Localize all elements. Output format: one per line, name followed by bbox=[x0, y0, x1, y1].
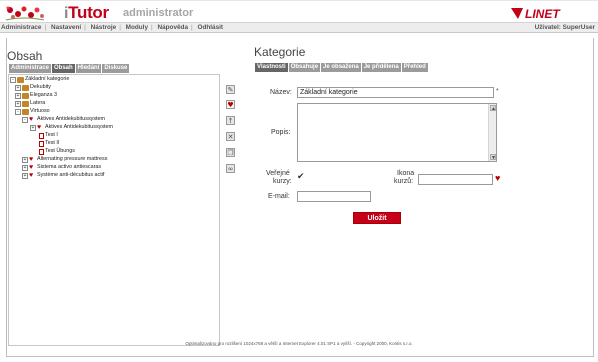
tab-obsah[interactable]: Obsah bbox=[52, 64, 75, 73]
public-courses-checkbox[interactable]: ✔ bbox=[297, 172, 305, 181]
right-panel-title: Kategorie bbox=[254, 45, 306, 59]
left-tab-bar: Administrace Obsah Hledání Diskuse bbox=[9, 64, 130, 73]
tab-je-obsazena[interactable]: Je obsažena bbox=[321, 63, 361, 72]
tree-node[interactable]: - Základní kategorie bbox=[10, 76, 69, 83]
flowers-logo-icon bbox=[5, 6, 45, 21]
menu-item-nastaveni[interactable]: Nastavení bbox=[51, 24, 81, 31]
tree-node[interactable]: + ♥ Système anti-décubitus actif bbox=[22, 172, 104, 179]
heart-icon[interactable]: ♥ bbox=[495, 174, 500, 183]
course-icon-label-line1: Ikona bbox=[397, 170, 415, 177]
binoculars-icon[interactable]: ∞ bbox=[226, 164, 235, 173]
tab-hledani[interactable]: Hledání bbox=[75, 64, 102, 73]
name-label: Název: bbox=[270, 89, 292, 96]
expand-icon[interactable]: + bbox=[15, 92, 21, 99]
course-icon-input[interactable] bbox=[418, 174, 493, 185]
expand-icon[interactable]: + bbox=[22, 156, 28, 163]
course-icon-label-line2: kurzů: bbox=[394, 178, 414, 185]
linet-logo: LINET bbox=[511, 7, 561, 21]
menu-item-nastroje[interactable]: Nástroje bbox=[91, 24, 117, 31]
required-mark: * bbox=[496, 88, 499, 95]
left-panel-title: Obsah bbox=[7, 49, 43, 63]
heart-icon: ♥ bbox=[37, 123, 42, 131]
folder-icon bbox=[17, 76, 24, 83]
name-input[interactable]: Základní kategorie bbox=[297, 87, 494, 98]
main-menu: Administrace | Nastavení | Nástroje | Modul… bbox=[1, 24, 224, 31]
scroll-up-icon[interactable]: ▲ bbox=[490, 105, 496, 112]
tab-administrace[interactable]: Administrace bbox=[9, 64, 52, 73]
tree-node[interactable]: + Dekubity bbox=[15, 84, 51, 91]
description-label: Popis: bbox=[271, 129, 291, 136]
expand-icon[interactable]: + bbox=[30, 124, 36, 131]
document-icon bbox=[39, 148, 44, 155]
tree-node[interactable]: + Eleganza 3 bbox=[15, 92, 57, 99]
tab-obsahuje[interactable]: Obsahuje bbox=[288, 63, 321, 72]
heart-icon: ♥ bbox=[29, 115, 34, 123]
expand-icon[interactable]: + bbox=[22, 172, 28, 179]
folder-icon bbox=[22, 92, 29, 99]
expand-icon[interactable]: + bbox=[22, 164, 28, 171]
app-header: iTutor administrator LINET bbox=[0, 0, 598, 23]
tree-node[interactable]: Test I bbox=[39, 132, 58, 139]
menu-bar: Administrace | Nastavení | Nástroje | Modul… bbox=[0, 23, 598, 33]
folder-icon bbox=[22, 84, 29, 91]
menu-item-odhlasit[interactable]: Odhlásit bbox=[197, 24, 223, 31]
footer-copyright: Optimalizováno pro rozlišení 1024x768 a … bbox=[185, 341, 413, 346]
public-courses-label-line1: Veřejné bbox=[266, 170, 290, 177]
tree-node[interactable]: + ♥ Alternating pressure mattress bbox=[22, 156, 107, 163]
document-icon bbox=[39, 140, 44, 147]
tab-prehled[interactable]: Přehled bbox=[401, 63, 428, 72]
collapse-icon[interactable]: - bbox=[22, 116, 28, 123]
description-scrollbar[interactable]: ▲ ▼ bbox=[488, 104, 496, 161]
tree-node[interactable]: + ♥ Sistema activo antiescaras bbox=[22, 164, 101, 171]
tab-je-pridelena[interactable]: Je přidělena bbox=[361, 63, 401, 72]
folder-icon bbox=[22, 108, 29, 115]
tab-diskuse[interactable]: Diskuse bbox=[102, 64, 130, 73]
heart-icon: ♥ bbox=[29, 171, 34, 179]
move-up-icon[interactable]: ↑ bbox=[226, 116, 235, 125]
app-subtitle: administrator bbox=[123, 7, 194, 19]
public-courses-label-line2: kurzy: bbox=[273, 178, 292, 185]
current-user: Uživatel: SuperUser bbox=[535, 23, 595, 33]
menu-item-napoveda[interactable]: Nápověda bbox=[157, 24, 188, 31]
save-button[interactable]: Uložit bbox=[353, 212, 401, 224]
tab-vlastnosti[interactable]: Vlastnosti bbox=[255, 63, 288, 72]
tree-node[interactable]: + Latera bbox=[15, 100, 45, 107]
favourite-icon[interactable]: ♥ bbox=[226, 100, 235, 109]
scroll-down-icon[interactable]: ▼ bbox=[490, 154, 496, 161]
email-input[interactable] bbox=[297, 191, 371, 202]
collapse-icon[interactable]: - bbox=[15, 108, 21, 115]
document-icon bbox=[39, 132, 44, 139]
edit-icon[interactable]: ✎ bbox=[226, 85, 235, 94]
tree-node[interactable]: - Virtuoso bbox=[15, 108, 50, 115]
app-logo-text: iTutor bbox=[64, 3, 109, 22]
tree-node[interactable]: - ♥ Aktives Antidekubitussystem bbox=[22, 116, 105, 123]
menu-item-administrace[interactable]: Administrace bbox=[1, 24, 42, 31]
copy-icon[interactable]: ❐ bbox=[226, 148, 235, 157]
heart-icon: ♥ bbox=[29, 163, 34, 171]
folder-icon bbox=[22, 100, 29, 107]
menu-item-moduly[interactable]: Moduly bbox=[126, 24, 148, 31]
svg-text:LINET: LINET bbox=[525, 7, 561, 21]
description-textarea[interactable]: ▲ ▼ bbox=[297, 103, 497, 162]
heart-icon: ♥ bbox=[29, 155, 34, 163]
tree-node[interactable]: + ♥ Aktives Antidekubitussystem bbox=[30, 124, 113, 131]
delete-icon[interactable]: ✕ bbox=[226, 132, 235, 141]
user-name: SuperUser bbox=[562, 24, 595, 31]
email-label: E-mail: bbox=[268, 193, 290, 200]
tree-node[interactable]: Test Übungs bbox=[39, 148, 75, 155]
right-tab-bar: Vlastnosti Obsahuje Je obsažena Je přidě… bbox=[255, 63, 428, 72]
expand-icon[interactable]: + bbox=[15, 100, 21, 107]
user-label: Uživatel: bbox=[534, 24, 561, 31]
tree-node[interactable]: Test II bbox=[39, 140, 59, 147]
collapse-icon[interactable]: - bbox=[10, 76, 16, 83]
expand-icon[interactable]: + bbox=[15, 84, 21, 91]
